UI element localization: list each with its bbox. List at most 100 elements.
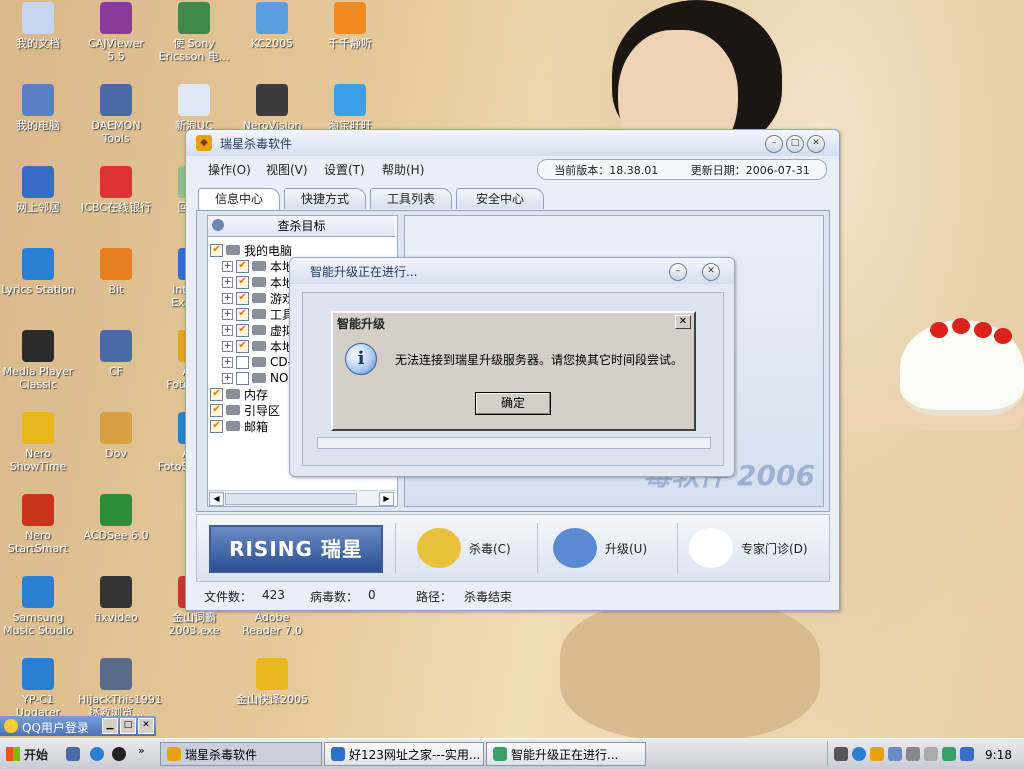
scan-target-label: 查杀目标 — [277, 219, 326, 233]
upgrade-progress-bar — [317, 437, 711, 449]
qq-close-button[interactable]: ✕ — [138, 718, 154, 734]
desktop-icon[interactable]: YP-C1 Updater — [0, 658, 76, 719]
desktop-icon[interactable]: 淘宝旺旺 — [312, 84, 388, 132]
wallpaper-body — [560, 600, 820, 740]
scan-target-button[interactable]: 查杀目标 — [208, 216, 395, 237]
maximize-button[interactable]: □ — [786, 135, 804, 153]
tab-info-center[interactable]: 信息中心 — [198, 188, 280, 211]
expand-icon[interactable]: + — [222, 356, 233, 368]
desktop-icon[interactable]: Dov — [78, 412, 154, 460]
upgrade-button[interactable]: 升级(U) — [553, 523, 647, 573]
qq-login-bar[interactable]: QQ用户登录 ▁ □ ✕ — [0, 716, 156, 736]
desktop-icon[interactable]: DAEMON Tools — [78, 84, 154, 145]
desktop-icon[interactable]: KC2005 — [234, 2, 310, 50]
scroll-thumb[interactable] — [225, 493, 357, 505]
checkbox[interactable]: ✔ — [236, 323, 249, 337]
checkbox[interactable]: ✔ — [236, 291, 249, 305]
app-icon — [22, 248, 54, 280]
expand-icon[interactable]: + — [222, 260, 233, 272]
checkbox[interactable]: ✔ — [236, 259, 249, 273]
menu-help[interactable]: 帮助(H) — [382, 161, 424, 178]
maxthon-icon[interactable] — [90, 747, 104, 761]
menu-view[interactable]: 视图(V) — [266, 161, 308, 178]
main-titlebar[interactable]: ◆ 瑞星杀毒软件 – □ ✕ — [186, 130, 839, 156]
checkbox[interactable]: ✔ — [210, 387, 223, 401]
expand-icon[interactable]: + — [222, 292, 233, 304]
task-hao123[interactable]: 好123网址之家---实用... — [324, 742, 484, 766]
dialog-titlebar[interactable]: 智能升级 ✕ — [333, 313, 694, 331]
expand-icon[interactable]: + — [222, 340, 233, 352]
desktop-icon[interactable]: 我的文档 — [0, 2, 76, 50]
progress-minimize-button[interactable]: – — [669, 263, 687, 281]
desktop-icon[interactable]: Media Player Classic — [0, 330, 76, 391]
checkbox[interactable] — [236, 355, 249, 369]
expand-icon[interactable]: + — [222, 324, 233, 336]
desktop-icon[interactable]: CF — [78, 330, 154, 378]
minimize-button[interactable]: – — [765, 135, 783, 153]
expand-icon[interactable]: + — [222, 308, 233, 320]
tab-security[interactable]: 安全中心 — [456, 188, 544, 209]
display-icon[interactable] — [906, 747, 920, 761]
qq-minimize-button[interactable]: ▁ — [102, 718, 118, 734]
task-upgrade[interactable]: 智能升级正在进行... — [486, 742, 646, 766]
desktop-icon[interactable]: Nero ShowTime — [0, 412, 76, 473]
desktop-icon[interactable]: NeroVision — [234, 84, 310, 132]
app-icon — [100, 166, 132, 198]
network-icon[interactable] — [888, 747, 902, 761]
desktop-icon[interactable]: 我的电脑 — [0, 84, 76, 132]
tab-shortcuts[interactable]: 快捷方式 — [284, 188, 366, 209]
desktop-icon[interactable]: Lyrics Station — [0, 248, 76, 296]
expert-clinic-button[interactable]: 专家门诊(D) — [689, 523, 808, 573]
progress-titlebar[interactable]: 智能升级正在进行... – ✕ — [290, 258, 734, 284]
boot-icon — [226, 405, 240, 415]
qq-quicklaunch-icon[interactable] — [112, 747, 126, 761]
scan-virus-button[interactable]: 杀毒(C) — [417, 523, 511, 573]
desktop-icon[interactable]: ICBC在线银行 — [78, 166, 154, 214]
printer-icon[interactable] — [924, 747, 938, 761]
desktop-icon[interactable]: 新浪UC — [156, 84, 232, 132]
show-desktop-icon[interactable] — [66, 747, 80, 761]
start-button[interactable]: 开始 — [2, 742, 50, 766]
tree-hscrollbar[interactable]: ◀ ▶ — [208, 490, 395, 506]
expand-icon[interactable]: + — [222, 276, 233, 288]
dialog-close-button[interactable]: ✕ — [675, 315, 691, 329]
desktop-icon[interactable]: Bit — [78, 248, 154, 296]
maxthon-tray-icon[interactable] — [852, 747, 866, 761]
task-rising[interactable]: 瑞星杀毒软件 — [160, 742, 322, 766]
checkbox[interactable]: ✔ — [236, 275, 249, 289]
ok-button[interactable]: 确定 — [475, 392, 551, 415]
scroll-right-icon[interactable]: ▶ — [379, 492, 394, 506]
expand-icon[interactable]: + — [222, 372, 233, 384]
scroll-left-icon[interactable]: ◀ — [209, 492, 224, 506]
desktop-icon[interactable]: HijackThis1991 拯救浏览... — [78, 658, 162, 719]
desktop-icon[interactable]: Nero StartSmart — [0, 494, 76, 555]
desktop-icon[interactable]: fixvideo — [78, 576, 154, 624]
desktop-icon[interactable]: 网上邻居 — [0, 166, 76, 214]
progress-close-button[interactable]: ✕ — [702, 263, 720, 281]
tree-item[interactable]: ✔ 我的电脑 — [210, 242, 395, 258]
desktop-icon[interactable]: 使 Sony Ericsson 电... — [156, 2, 232, 63]
checkbox[interactable]: ✔ — [210, 419, 223, 433]
shield-icon[interactable] — [960, 747, 974, 761]
checkbox[interactable] — [236, 371, 249, 385]
tab-tools[interactable]: 工具列表 — [370, 188, 452, 209]
menu-settings[interactable]: 设置(T) — [324, 161, 365, 178]
desktop-icon[interactable]: 金山快译2005 — [234, 658, 310, 706]
desktop-icon[interactable]: Samsung Music Studio — [0, 576, 76, 637]
rising-tray-icon[interactable] — [870, 747, 884, 761]
menu-operate[interactable]: 操作(O) — [208, 161, 251, 178]
umbrella-icon[interactable] — [942, 747, 956, 761]
keyboard-icon[interactable] — [834, 747, 848, 761]
desktop-icon[interactable]: CAJViewer 5.5 — [78, 2, 154, 63]
checkbox[interactable]: ✔ — [236, 339, 249, 353]
desktop-icon[interactable]: 千千静听 — [312, 2, 388, 50]
checkbox[interactable]: ✔ — [236, 307, 249, 321]
checkbox[interactable]: ✔ — [210, 243, 223, 257]
close-button[interactable]: ✕ — [807, 135, 825, 153]
desktop-icon-label: Dov — [105, 447, 127, 460]
qq-restore-button[interactable]: □ — [120, 718, 136, 734]
desktop-icon-label: Media Player Classic — [2, 365, 74, 391]
checkbox[interactable]: ✔ — [210, 403, 223, 417]
more-quicklaunch-icon[interactable]: » — [138, 744, 152, 758]
desktop-icon[interactable]: ACDSee 6.0 — [78, 494, 154, 542]
